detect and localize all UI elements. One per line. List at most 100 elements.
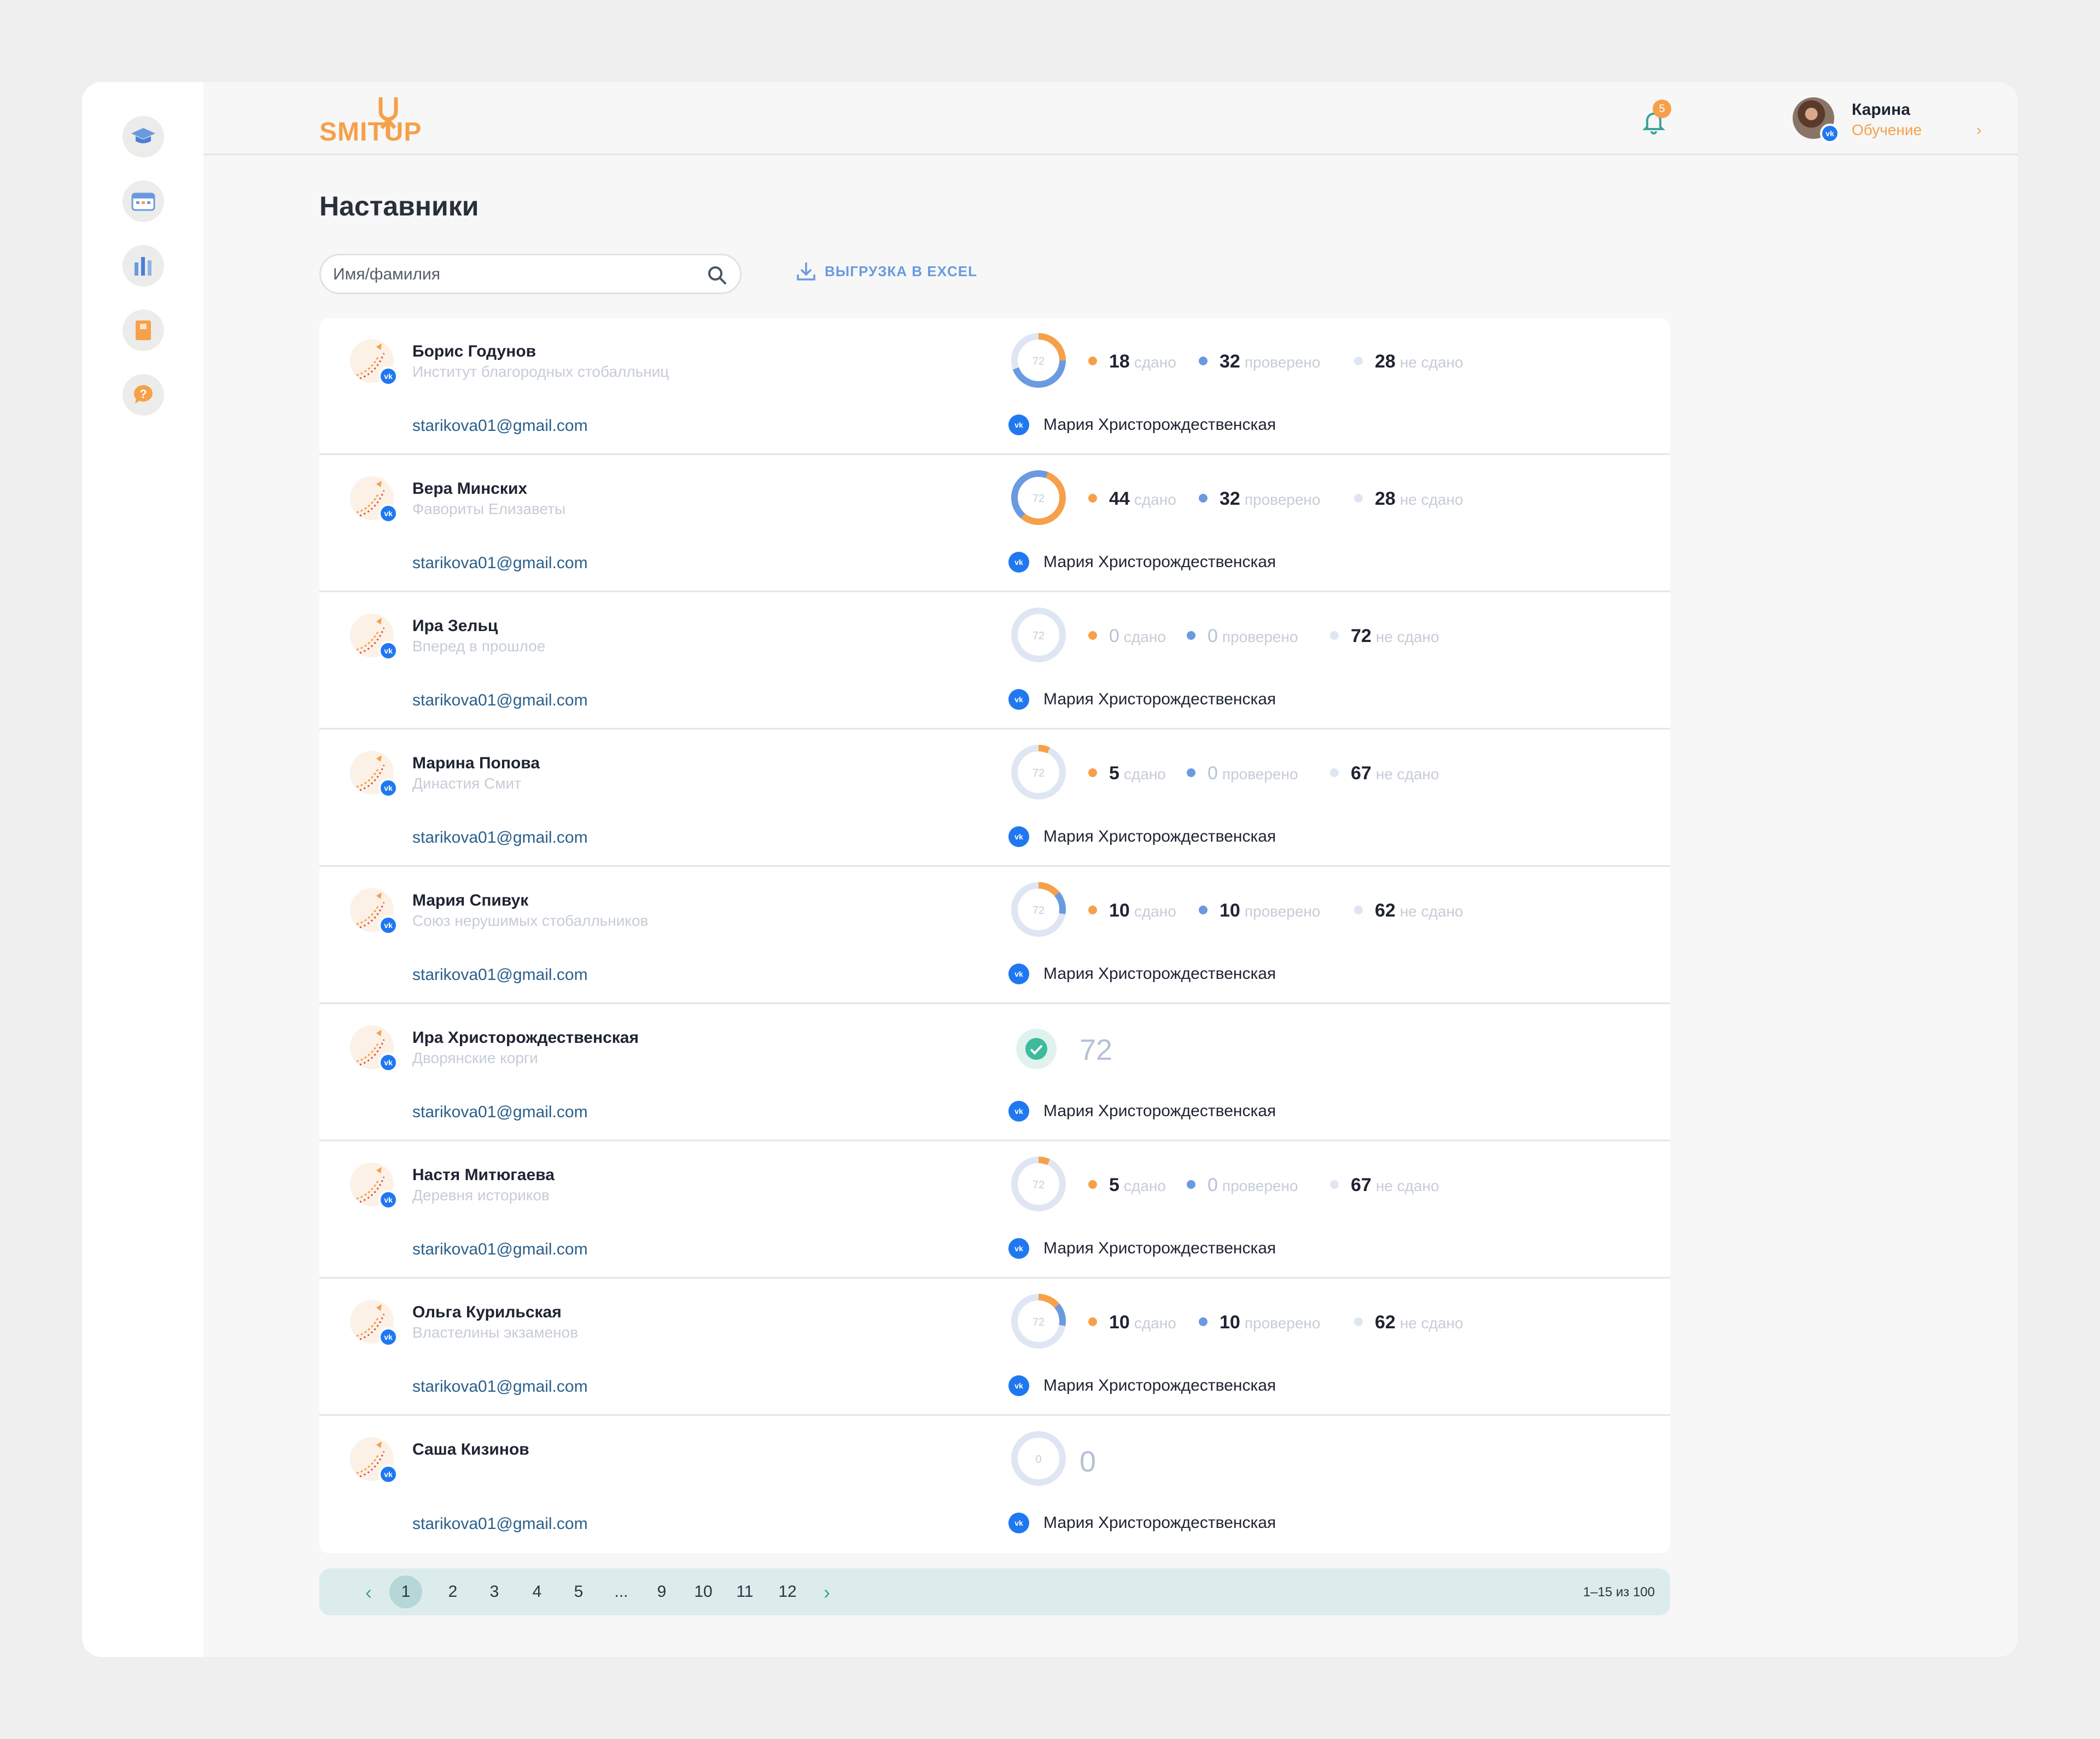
curator[interactable]: vk Мария Христорождественская — [1008, 1513, 1276, 1533]
table-row[interactable]: vk Настя Митюгаева Деревня историков starik… — [319, 1142, 1670, 1279]
stat-checked-value: 0 — [1208, 626, 1218, 646]
stat-passed-label: сдано — [1134, 903, 1176, 920]
search-input[interactable]: Имя/фамилия — [319, 254, 742, 294]
user-role-link[interactable]: Обучение — [1852, 121, 1922, 139]
page-11-button[interactable]: 11 — [728, 1575, 761, 1608]
donut-total: 72 — [1032, 355, 1045, 367]
curator[interactable]: vk Мария Христорождественская — [1008, 552, 1276, 573]
stat-not-passed-label: не сдано — [1399, 491, 1463, 508]
graduation-cap-icon[interactable] — [122, 116, 164, 157]
table-row[interactable]: vk Ольга Курильская Властелины экзаменов st… — [319, 1279, 1670, 1416]
curator[interactable]: vk Мария Христорождественская — [1008, 1101, 1276, 1122]
mentor-name[interactable]: Мария Спивук — [412, 891, 528, 910]
stat-passed-label: сдано — [1123, 766, 1166, 783]
page-3-button[interactable]: 3 — [478, 1575, 511, 1608]
page-4-button[interactable]: 4 — [521, 1575, 553, 1608]
curator[interactable]: vk Мария Христорождественская — [1008, 415, 1276, 435]
total-value: 0 — [1080, 1445, 1096, 1478]
chevron-right-icon[interactable]: › — [1976, 121, 1981, 139]
stat-checked-label: проверено — [1244, 903, 1321, 920]
stat-not-passed-value: 72 — [1351, 626, 1372, 646]
mentor-name[interactable]: Настя Митюгаева — [412, 1166, 555, 1184]
next-page-button[interactable]: › — [810, 1576, 843, 1609]
vk-icon: vk — [378, 778, 398, 798]
progress-donut: 72 — [1011, 882, 1066, 937]
check-icon — [1016, 1029, 1057, 1069]
prev-page-button[interactable]: ‹ — [352, 1576, 385, 1609]
logo[interactable]: SMITUP — [319, 95, 421, 147]
page-1-button[interactable]: 1 — [389, 1575, 422, 1608]
stats-icon[interactable] — [122, 245, 164, 287]
stat-not-passed-label: не сдано — [1399, 1315, 1463, 1332]
page-10-button[interactable]: 10 — [687, 1575, 720, 1608]
pagination: 1–15 из 100 ‹ 1 2 3 4 5... 9 10 11 12 › — [319, 1568, 1670, 1615]
mentor-email[interactable]: starikova01@gmail.com — [412, 1378, 588, 1396]
mentor-email[interactable]: starikova01@gmail.com — [412, 1103, 588, 1122]
mentor-name[interactable]: Ира Зельц — [412, 617, 498, 635]
help-icon[interactable]: ? — [122, 374, 164, 416]
table-row[interactable]: vk Ира Христорождественская Дворянские кор… — [319, 1005, 1670, 1141]
stat-checked-label: проверено — [1222, 766, 1298, 783]
curator[interactable]: vk Мария Христорождественская — [1008, 1238, 1276, 1259]
page-5-button[interactable]: 5 — [562, 1575, 595, 1608]
stat-checked-dot — [1187, 1180, 1195, 1189]
book-icon[interactable] — [122, 310, 164, 351]
table-row[interactable]: vk Марина Попова Династия Смит starikova01@… — [319, 730, 1670, 867]
stat-passed-dot — [1088, 906, 1097, 914]
homework-stats: 72 5 сдано 0 проверено 67 не сдано — [1008, 1154, 1643, 1214]
table-row[interactable]: vk Борис Годунов Институт благородных стоб… — [319, 318, 1670, 455]
page-2-button[interactable]: 2 — [436, 1575, 469, 1608]
total-value: 72 — [1080, 1034, 1113, 1066]
donut-total: 72 — [1032, 904, 1045, 917]
mentor-email[interactable]: starikova01@gmail.com — [412, 417, 588, 435]
stat-not-passed: 28 не сдано — [1354, 351, 1463, 372]
stat-passed: 5 сдано — [1088, 763, 1166, 784]
app-window: ? SMITUP 5 vk Карина Обучение › Наставни… — [82, 82, 2018, 1657]
mentor-name[interactable]: Ира Христорождественская — [412, 1029, 639, 1047]
stat-passed: 10 сдано — [1088, 900, 1176, 921]
mentor-email[interactable]: starikova01@gmail.com — [412, 966, 588, 984]
progress-donut: 72 — [1011, 470, 1066, 525]
stat-not-passed-value: 62 — [1375, 1312, 1396, 1333]
mentor-name[interactable]: Саша Кизинов — [412, 1440, 529, 1459]
curator[interactable]: vk Мария Христорождественская — [1008, 1375, 1276, 1396]
page-9-button[interactable]: 9 — [645, 1575, 678, 1608]
homework-stats: 00 — [1008, 1428, 1643, 1489]
curator[interactable]: vk Мария Христорождественская — [1008, 689, 1276, 710]
stat-checked: 10 проверено — [1199, 900, 1320, 921]
calendar-icon[interactable] — [122, 180, 164, 222]
stat-passed-value: 44 — [1109, 488, 1130, 509]
homework-stats: 72 18 сдано 32 проверено 28 не сдано — [1008, 330, 1643, 390]
mentor-name[interactable]: Вера Минских — [412, 480, 527, 498]
stat-checked-dot — [1187, 768, 1195, 777]
homework-stats: 72 5 сдано 0 проверено 67 не сдано — [1008, 742, 1643, 802]
table-row[interactable]: vk Мария Спивук Союз нерушимых стобалльник… — [319, 867, 1670, 1004]
vk-icon: vk — [378, 641, 398, 661]
mentor-email[interactable]: starikova01@gmail.com — [412, 828, 588, 847]
mentor-email[interactable]: starikova01@gmail.com — [412, 554, 588, 573]
curator-name: Мария Христорождественская — [1043, 1239, 1276, 1257]
search-icon[interactable] — [706, 264, 728, 286]
stat-passed-dot — [1088, 357, 1097, 365]
mentor-email[interactable]: starikova01@gmail.com — [412, 1515, 588, 1533]
mentor-group: Институт благородных стобалльниц — [412, 363, 669, 380]
mentor-group: Дворянские корги — [412, 1049, 538, 1066]
stat-passed-label: сдано — [1123, 1177, 1166, 1194]
homework-stats: 72 44 сдано 32 проверено 28 не сдано — [1008, 468, 1643, 528]
table-row[interactable]: vk Ира Зельц Вперед в прошлое starikova01@g… — [319, 593, 1670, 730]
stat-checked-dot — [1199, 494, 1208, 503]
table-row[interactable]: vk Саша Кизинов starikova01@gmail.com 0 0 vk М… — [319, 1416, 1670, 1553]
homework-stats: 72 10 сдано 10 проверено 62 не сдано — [1008, 1291, 1643, 1351]
curator[interactable]: vk Мария Христорождественская — [1008, 826, 1276, 847]
mentor-name[interactable]: Марина Попова — [412, 754, 540, 773]
page-12-button[interactable]: 12 — [771, 1575, 804, 1608]
mentor-name[interactable]: Борис Годунов — [412, 342, 536, 361]
user-name[interactable]: Карина — [1852, 101, 1910, 119]
mentor-email[interactable]: starikova01@gmail.com — [412, 1240, 588, 1259]
mentor-group: Династия Смит — [412, 775, 521, 792]
table-row[interactable]: vk Вера Минских Фавориты Елизаветы starikov… — [319, 456, 1670, 592]
export-excel-button[interactable]: ВЫГРУЗКА В EXCEL — [795, 260, 977, 282]
mentor-email[interactable]: starikova01@gmail.com — [412, 691, 588, 710]
curator[interactable]: vk Мария Христорождественская — [1008, 964, 1276, 984]
mentor-name[interactable]: Ольга Курильская — [412, 1303, 562, 1322]
